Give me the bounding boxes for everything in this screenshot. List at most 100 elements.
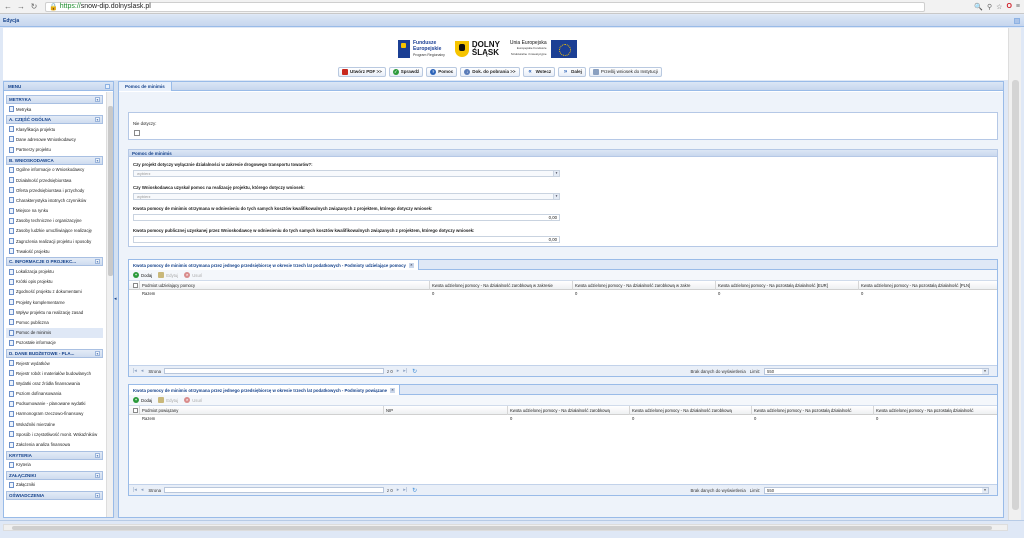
menu-section[interactable]: B. WNIOSKODAWCA « xyxy=(6,155,103,165)
column-header[interactable]: Kwota udzielonej pomocy - Na działalność… xyxy=(573,281,716,290)
sidebar-item[interactable]: Sposób i częstotliwość monit. Wskaźników xyxy=(6,429,103,439)
create-pdf-button[interactable]: Utwórz PDF >> xyxy=(338,67,386,77)
q4-amount-input[interactable]: 0,00 xyxy=(133,236,560,243)
sidebar-item[interactable]: Pomoc de minimis xyxy=(6,327,103,338)
sidebar-item[interactable]: Zasoby ludzkie umożliwiające realizację xyxy=(6,226,103,236)
menu-scroll-thumb[interactable] xyxy=(108,106,113,276)
first-page-icon[interactable]: |◂ xyxy=(133,487,137,493)
column-header[interactable]: Kwota udzielonej pomocy - Na pozostałą d… xyxy=(716,281,859,290)
horizontal-scroll-thumb[interactable] xyxy=(12,526,992,530)
menu-section[interactable]: KRYTERIA « xyxy=(6,450,103,460)
collapse-arrow-icon[interactable]: ◂ xyxy=(114,296,117,302)
collapse-section-icon[interactable]: « xyxy=(95,472,100,478)
column-header[interactable]: Podmiot udzielający pomocy xyxy=(140,281,430,290)
star-icon[interactable]: ☆ xyxy=(996,3,1002,11)
sidebar-item[interactable]: Partnerzy projektu xyxy=(6,145,103,155)
last-page-icon[interactable]: ▸| xyxy=(403,368,407,374)
menu-section[interactable]: ZAŁĄCZNIKI « xyxy=(6,470,103,480)
tab-pomoc-de-minimis[interactable]: Pomoc de minimis xyxy=(119,82,172,91)
reload-icon[interactable]: ↻ xyxy=(29,2,39,12)
horizontal-scrollbar[interactable] xyxy=(3,524,1008,531)
sidebar-item[interactable]: Wskaźniki mierzalne xyxy=(6,419,103,429)
sidebar-item[interactable]: Krótki opis projektu xyxy=(6,277,103,287)
sidebar-item[interactable]: Kryteria xyxy=(6,460,103,470)
sidebar-item[interactable]: Założenia analiza finansowa xyxy=(6,439,103,449)
last-page-icon[interactable]: ▸| xyxy=(403,487,407,493)
first-page-icon[interactable]: |◂ xyxy=(133,368,137,374)
sidebar-item[interactable]: Zasoby techniczne i organizacyjne xyxy=(6,216,103,226)
sidebar-item[interactable]: Charakterystyka istotnych czynników xyxy=(6,195,103,205)
address-bar[interactable]: 🔒 https:// snow-dip.dolnyslask.pl xyxy=(45,1,925,12)
sidebar-item[interactable]: Pozostałe informacje xyxy=(6,338,103,348)
sidebar-item[interactable]: Projekty komplementarne xyxy=(6,297,103,307)
collapse-section-icon[interactable]: « xyxy=(95,350,100,356)
edit-button[interactable]: Edytuj xyxy=(158,397,178,403)
edit-button[interactable]: Edytuj xyxy=(158,272,178,278)
back-button[interactable]: «Wstecz xyxy=(522,67,556,77)
forward-arrow-icon[interactable]: → xyxy=(16,2,26,12)
page-input[interactable] xyxy=(164,487,384,493)
send-application-button[interactable]: Prześlij wniosek do Instytucji xyxy=(588,67,662,77)
close-icon[interactable]: × xyxy=(390,387,396,393)
chevron-down-icon[interactable]: ▾ xyxy=(553,194,559,199)
window-tool-icon[interactable] xyxy=(1014,18,1020,24)
column-header[interactable]: Kwota udzielonej pomocy - Na pozostałą d… xyxy=(752,406,874,415)
collapse-section-icon[interactable]: « xyxy=(95,117,100,123)
collapse-section-icon[interactable]: « xyxy=(95,493,100,498)
sidebar-item[interactable]: Zagrożenia realizacji projektu i sposoby xyxy=(6,236,103,246)
sidebar-item[interactable]: Pomoc publiczna xyxy=(6,317,103,327)
add-button[interactable]: + Dodaj xyxy=(133,397,152,403)
table-row[interactable]: Razem 0 0 0 0 xyxy=(129,415,997,423)
q3-amount-input[interactable]: 0,00 xyxy=(133,214,560,221)
prev-page-icon[interactable]: ◂ xyxy=(141,487,144,493)
delete-button[interactable]: × Usuń xyxy=(184,397,202,403)
column-header[interactable]: Kwota udzielonej pomocy - Na pozostałą d… xyxy=(874,406,997,415)
sidebar-item[interactable]: Ogólne informacje o Wnioskodawcy xyxy=(6,165,103,175)
column-header[interactable]: Podmiot powiązany xyxy=(140,406,384,415)
sidebar-item[interactable]: Klasyfikacja projektu xyxy=(6,124,103,134)
prev-page-icon[interactable]: ◂ xyxy=(141,368,144,374)
help-button[interactable]: ? Pomoc xyxy=(426,67,458,77)
chevron-down-icon[interactable]: ▾ xyxy=(982,487,988,493)
collapse-section-icon[interactable]: « xyxy=(95,97,100,102)
menu-section[interactable]: OŚWIADCZENIA « xyxy=(6,491,103,500)
sidebar-item[interactable]: Rejestr robót i materiałów budowlanych xyxy=(6,368,103,378)
sidebar-item[interactable]: Miejsce na rynku xyxy=(6,206,103,216)
sidebar-item[interactable]: Zgodność projektu z dokumentami xyxy=(6,287,103,297)
refresh-icon[interactable]: ↻ xyxy=(412,487,417,494)
delete-button[interactable]: × Usuń xyxy=(184,272,202,278)
page-scrollbar[interactable] xyxy=(1008,28,1021,520)
sidebar-item[interactable]: Metryka xyxy=(6,104,103,114)
page-scroll-thumb[interactable] xyxy=(1012,80,1019,510)
collapse-section-icon[interactable]: « xyxy=(95,259,100,265)
tab-related-entities[interactable]: Kwota pomocy de minimis otrzymana przez … xyxy=(129,385,401,395)
add-button[interactable]: + Dodaj xyxy=(133,272,152,278)
next-page-icon[interactable]: ▸ xyxy=(397,487,400,493)
sidebar-item[interactable]: Poziom dofinansowania xyxy=(6,389,103,399)
check-button[interactable]: ✓ Sprawdź xyxy=(388,67,424,77)
sidebar-item[interactable]: Rejestr wydatków xyxy=(6,358,103,368)
column-header[interactable]: Kwota udzielonej pomocy - Na działalność… xyxy=(630,406,752,415)
next-page-icon[interactable]: ▸ xyxy=(397,368,400,374)
sidebar-item[interactable]: Trwałość projektu xyxy=(6,246,103,256)
sidebar-item[interactable]: Lokalizacja projektu xyxy=(6,266,103,276)
q1-combo[interactable]: wybierz ▾ xyxy=(133,170,560,177)
sidebar-item[interactable]: Podsumowanie - planowane wydatki xyxy=(6,399,103,409)
q2-combo[interactable]: wybierz ▾ xyxy=(133,193,560,200)
sidebar-item[interactable]: Dane adresowe Wnioskodawcy xyxy=(6,134,103,144)
close-icon[interactable]: × xyxy=(408,262,414,268)
sidebar-item[interactable]: Działalność przedsiębiorstwa xyxy=(6,175,103,185)
sidebar-item[interactable]: Wydatki oraz źródła finansowania xyxy=(6,378,103,388)
select-all-checkbox[interactable] xyxy=(129,406,140,415)
tab-granting-entities[interactable]: Kwota pomocy de minimis otrzymana przez … xyxy=(129,260,419,270)
column-header[interactable]: NIP xyxy=(384,406,508,415)
menu-section[interactable]: A. CZĘŚĆ OGÓLNA « xyxy=(6,115,103,125)
collapse-section-icon[interactable]: « xyxy=(95,452,100,458)
sidebar-item[interactable]: Załączniki xyxy=(6,480,103,490)
collapse-menu-icon[interactable] xyxy=(105,84,110,89)
download-docs-button[interactable]: ↓ Dok. do pobrania >> xyxy=(460,67,520,77)
menu-scrollbar[interactable] xyxy=(106,92,113,517)
next-button[interactable]: » Dalej xyxy=(558,67,586,77)
collapse-section-icon[interactable]: « xyxy=(95,157,100,163)
back-arrow-icon[interactable]: ← xyxy=(3,2,13,12)
